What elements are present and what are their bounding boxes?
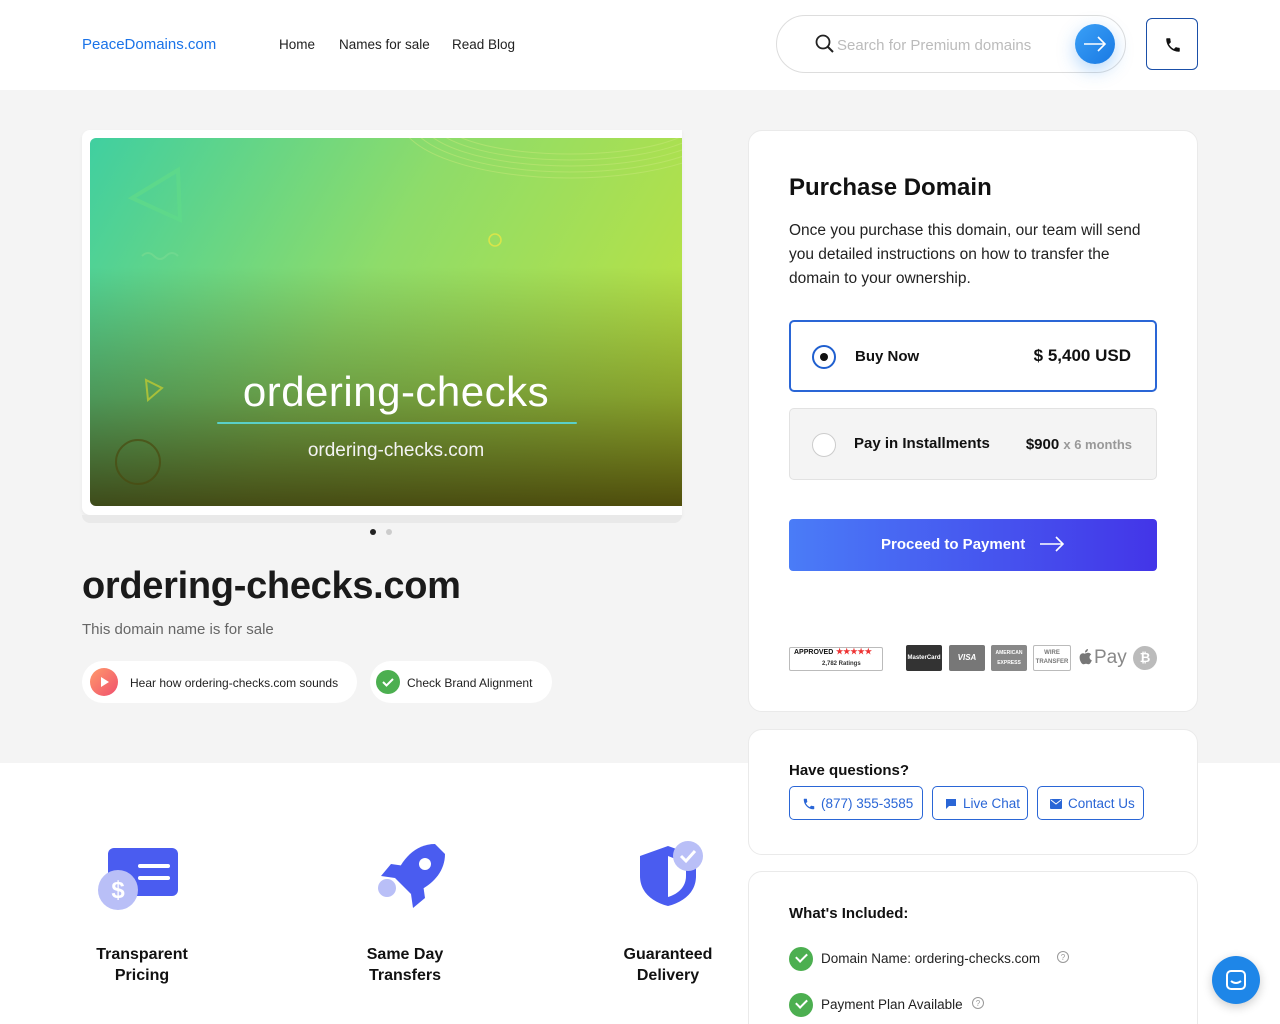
help-icon[interactable]: ? <box>1057 951 1069 963</box>
call-phone-button[interactable]: (877) 355-3585 <box>789 786 923 820</box>
feature-title: Guaranteed Delivery <box>623 946 713 984</box>
live-chat-label: Live Chat <box>963 796 1021 811</box>
purchase-title: Purchase Domain <box>789 174 992 201</box>
included-item-label: Domain Name: ordering-checks.com <box>821 951 1041 966</box>
site-header: PeaceDomains.com Home Names for sale Rea… <box>0 0 1280 90</box>
apple-pay-label: Pay <box>1094 647 1127 668</box>
installments-radio[interactable] <box>812 433 836 457</box>
hear-pronunciation-button[interactable]: Hear how ordering-checks.com sounds <box>82 661 357 703</box>
wire-transfer-icon: WIRE TRANSFER <box>1033 645 1071 671</box>
mastercard-icon: MasterCard <box>906 645 942 671</box>
search-input[interactable] <box>837 34 1037 56</box>
arrow-right-icon <box>1084 36 1107 52</box>
nav-home[interactable]: Home <box>279 37 315 52</box>
pricing-card-icon: $ <box>98 848 178 910</box>
chat-bubble-icon <box>1226 970 1246 990</box>
check-brand-button[interactable]: Check Brand Alignment <box>370 661 552 703</box>
check-circle-icon <box>789 993 813 1017</box>
phone-icon <box>1166 38 1180 52</box>
phone-icon <box>803 798 815 810</box>
search-submit-button[interactable] <box>1075 24 1115 64</box>
check-circle-icon <box>376 670 400 694</box>
installments-price: $900 x 6 months <box>1026 436 1132 453</box>
contact-label: Contact Us <box>1068 796 1135 811</box>
domain-preview-image: ordering-checks ordering-checks.com <box>90 138 682 506</box>
feature-title: Transparent Pricing <box>96 946 188 984</box>
carousel-dot-2[interactable] <box>386 529 392 535</box>
chat-widget-button[interactable] <box>1212 956 1260 1004</box>
amex-icon: AMERICAN EXPRESS <box>991 645 1027 671</box>
phone-button[interactable] <box>1146 18 1198 70</box>
brand-label: Check Brand Alignment <box>407 676 533 690</box>
domain-search <box>776 15 1126 73</box>
purchase-description: Once you purchase this domain, our team … <box>789 222 1141 287</box>
site-logo[interactable]: PeaceDomains.com <box>82 36 216 53</box>
domain-name-heading: ordering-checks.com <box>82 565 461 607</box>
feature-title: Same Day Transfers <box>366 946 444 984</box>
chat-icon <box>946 799 956 809</box>
search-icon <box>815 34 834 53</box>
mail-icon <box>1050 799 1062 809</box>
phone-number: (877) 355-3585 <box>821 796 914 811</box>
included-title: What's Included: <box>789 905 909 922</box>
image-underline <box>217 422 577 424</box>
hear-label: Hear how ordering-checks.com sounds <box>130 676 339 690</box>
installments-amount: $900 <box>1025 436 1060 453</box>
included-item-label: Payment Plan Available <box>821 997 963 1012</box>
image-domain-title: ordering-checks <box>242 368 550 415</box>
arrow-right-icon <box>1040 536 1065 552</box>
rocket-icon <box>378 844 445 908</box>
ratings-count: 2,782 Ratings <box>822 661 861 667</box>
svg-text:$: $ <box>111 877 125 904</box>
shield-check-icon <box>640 841 703 906</box>
carousel-dots <box>370 522 402 540</box>
play-icon <box>90 668 118 696</box>
image-domain-subtitle: ordering-checks.com <box>307 440 485 461</box>
proceed-to-payment-button[interactable]: Proceed to Payment <box>789 519 1157 571</box>
apple-pay-icon: Pay <box>1077 645 1127 671</box>
proceed-label: Proceed to Payment <box>881 536 1026 553</box>
questions-card: Have questions? (877) 355-3585 Live Chat… <box>748 729 1198 855</box>
carousel-dot-1[interactable] <box>370 529 376 535</box>
nav-names-for-sale[interactable]: Names for sale <box>339 37 430 52</box>
buy-now-option[interactable]: Buy Now $ 5,400 USD <box>789 320 1157 392</box>
check-circle-icon <box>789 947 813 971</box>
installments-label: Pay in Installments <box>854 435 990 452</box>
buy-now-radio[interactable] <box>812 345 836 369</box>
help-icon[interactable]: ? <box>972 997 984 1009</box>
visa-icon: VISA <box>949 645 985 671</box>
for-sale-tagline: This domain name is for sale <box>82 621 274 638</box>
contact-us-button[interactable]: Contact Us <box>1037 786 1144 820</box>
live-chat-button[interactable]: Live Chat <box>932 786 1028 820</box>
buy-now-price: $ 5,400 USD <box>1033 346 1131 365</box>
buy-now-label: Buy Now <box>855 348 920 365</box>
included-card: What's Included: Domain Name: ordering-c… <box>748 871 1198 1024</box>
bitcoin-icon: ₿ <box>1133 646 1157 670</box>
installments-option[interactable]: Pay in Installments $900 x 6 months <box>789 408 1157 480</box>
approved-ratings-badge: APPROVED ★★★★★ 2,782 Ratings <box>789 647 883 671</box>
installments-term: x 6 months <box>1063 437 1132 452</box>
purchase-card: Purchase Domain Once you purchase this d… <box>748 130 1198 712</box>
questions-title: Have questions? <box>789 762 910 779</box>
domain-image-frame: ordering-checks ordering-checks.com <box>82 130 682 523</box>
nav-read-blog[interactable]: Read Blog <box>452 37 515 52</box>
